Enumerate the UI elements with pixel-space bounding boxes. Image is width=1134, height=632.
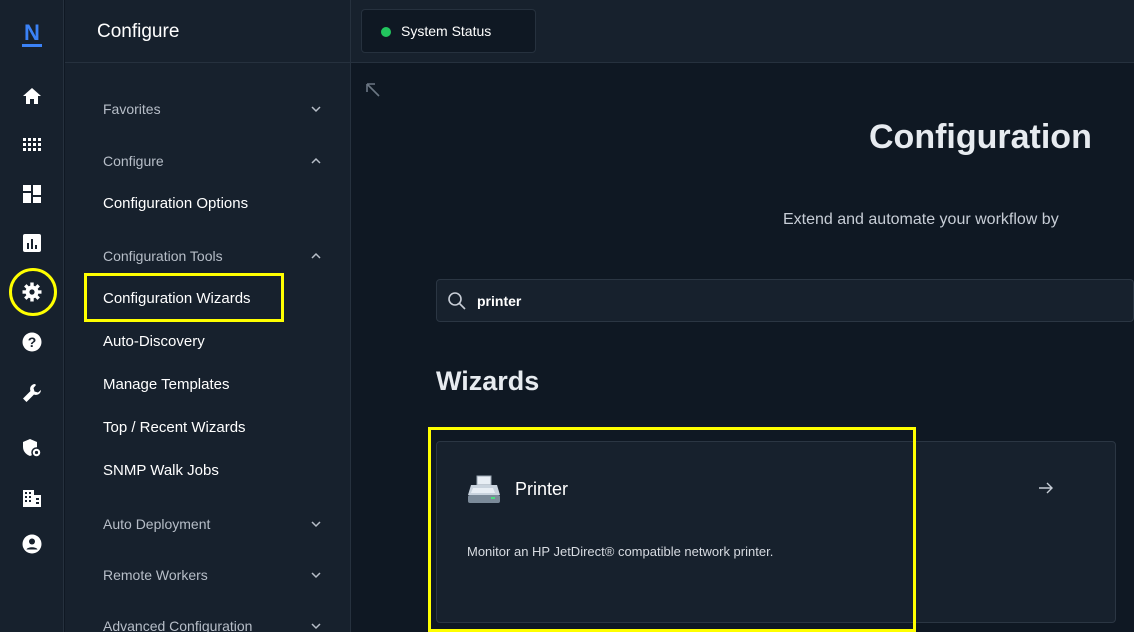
arrow-right-icon[interactable] [1037, 479, 1055, 497]
main-content: Configuration Extend and automate your w… [351, 64, 1134, 632]
secondary-nav: Configure Favorites Configure Configurat… [65, 0, 351, 632]
nav-link-manage-templates[interactable]: Manage Templates [103, 376, 229, 393]
chevron-down-icon [311, 572, 321, 579]
app-window: N ? Configure Favorites Configure Config… [0, 0, 1134, 632]
dashboard-icon[interactable] [16, 178, 48, 210]
svg-text:?: ? [28, 334, 37, 350]
nav-group-configuration-tools[interactable]: Configuration Tools [103, 245, 323, 269]
wizard-card-description: Monitor an HP JetDirect® compatible netw… [467, 544, 774, 559]
home-icon[interactable] [16, 80, 48, 112]
system-status-label: System Status [401, 23, 492, 39]
svg-text:N: N [24, 20, 40, 45]
nav-group-label: Remote Workers [103, 567, 208, 583]
security-icon[interactable] [16, 432, 48, 464]
nav-group-label: Auto Deployment [103, 516, 211, 532]
nav-title: Configure [97, 21, 180, 42]
building-icon[interactable] [16, 482, 48, 514]
nav-group-configure[interactable]: Configure [103, 150, 323, 174]
chevron-up-icon [311, 157, 321, 164]
nav-group-favorites[interactable]: Favorites [103, 98, 323, 122]
search-input[interactable] [477, 289, 1117, 313]
collapse-arrow-icon[interactable] [363, 80, 383, 100]
nav-group-label: Configuration Tools [103, 248, 223, 264]
nav-group-label: Favorites [103, 101, 161, 117]
section-title-wizards: Wizards [436, 366, 540, 396]
chevron-down-icon [311, 106, 321, 113]
apps-grid-icon[interactable] [16, 129, 48, 161]
nagios-logo[interactable]: N [20, 20, 44, 48]
nav-link-configuration-options[interactable]: Configuration Options [103, 195, 248, 212]
printer-icon [468, 475, 500, 503]
account-icon[interactable] [16, 528, 48, 560]
top-bar: System Status [351, 0, 1134, 63]
nav-group-label: Advanced Configuration [103, 618, 253, 632]
wizard-card-title: Printer [515, 479, 569, 499]
page-subtitle: Extend and automate your workflow by [783, 211, 1059, 228]
icon-rail: N ? [0, 0, 64, 632]
nav-group-advanced-configuration[interactable]: Advanced Configuration [103, 615, 323, 632]
wizard-card-printer[interactable]: Printer Monitor an HP JetDirect® compati… [436, 441, 1116, 623]
status-dot [381, 27, 391, 37]
nav-link-snmp-walk-jobs[interactable]: SNMP Walk Jobs [103, 462, 219, 479]
gear-icon[interactable] [16, 276, 48, 308]
nav-group-auto-deployment[interactable]: Auto Deployment [103, 513, 323, 537]
nav-link-configuration-wizards[interactable]: Configuration Wizards [103, 290, 251, 307]
chevron-down-icon [311, 521, 321, 528]
search-box [436, 279, 1134, 322]
nav-link-auto-discovery[interactable]: Auto-Discovery [103, 333, 205, 350]
page-title: Configuration [869, 118, 1092, 156]
nav-group-label: Configure [103, 153, 164, 169]
nav-link-top-recent-wizards[interactable]: Top / Recent Wizards [103, 419, 246, 436]
reports-icon[interactable] [16, 227, 48, 259]
chevron-up-icon [311, 252, 321, 259]
search-icon [448, 292, 466, 310]
system-status-tab[interactable]: System Status [361, 9, 536, 53]
nav-header: Configure [65, 0, 351, 63]
nav-group-remote-workers[interactable]: Remote Workers [103, 564, 323, 588]
help-icon[interactable]: ? [16, 326, 48, 358]
chevron-down-icon [311, 623, 321, 630]
wrench-icon[interactable] [16, 377, 48, 409]
